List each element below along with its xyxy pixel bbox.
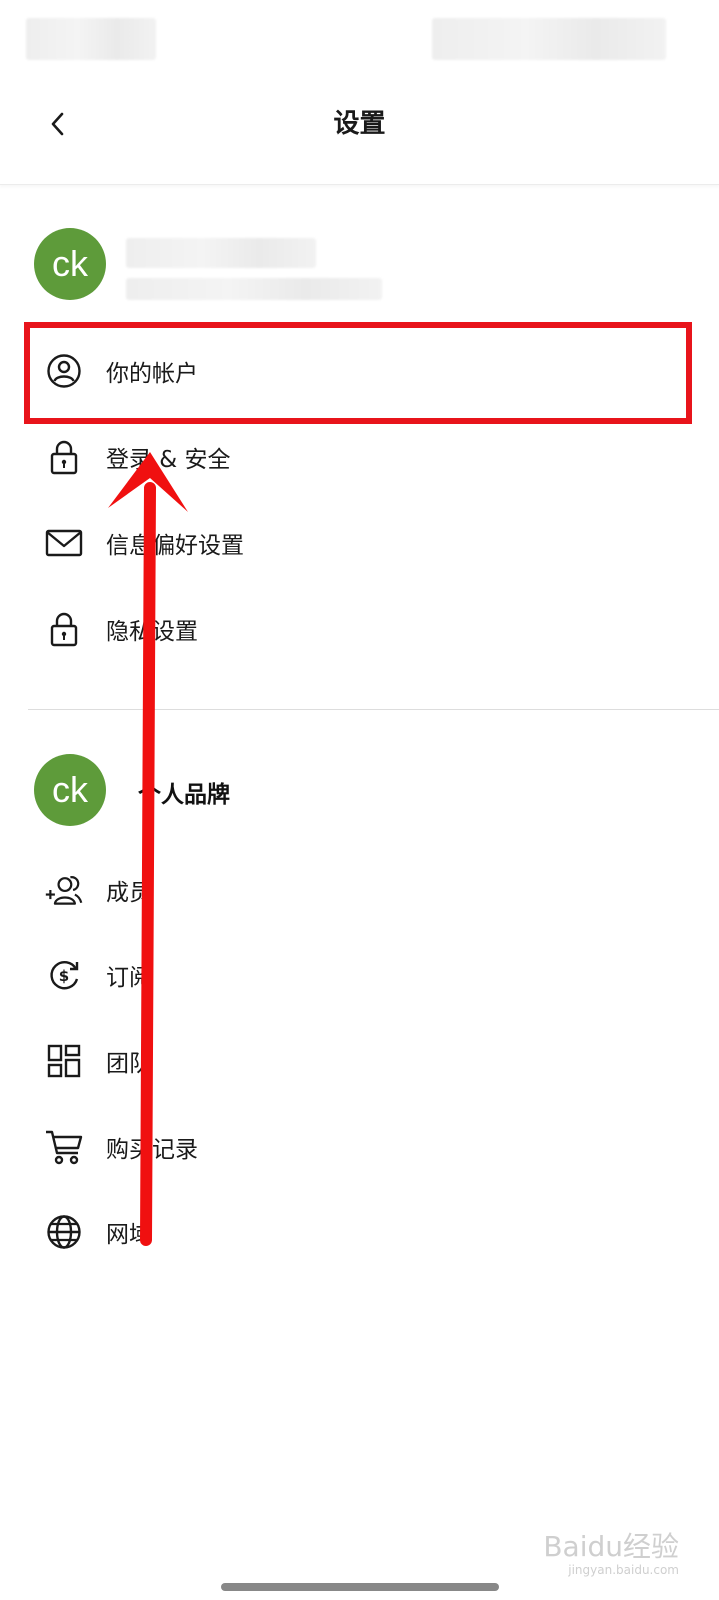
settings-item-domains[interactable]: 网域	[30, 1189, 690, 1275]
mail-icon	[44, 523, 84, 563]
settings-item-message-preferences[interactable]: 信息偏好设置	[30, 500, 690, 586]
account-avatar[interactable]: ck	[34, 228, 106, 300]
settings-item-team[interactable]: 团队	[30, 1018, 690, 1104]
brand-name: 个人品牌	[138, 782, 230, 808]
status-bar-left-blur	[26, 18, 156, 60]
settings-item-subscription[interactable]: $ 订阅	[30, 932, 690, 1018]
status-bar-right-blur	[432, 18, 666, 60]
settings-item-label: 购买记录	[106, 1137, 198, 1163]
grid-icon	[44, 1041, 84, 1081]
settings-item-label: 网域	[106, 1222, 152, 1248]
settings-item-login-security[interactable]: 登录 & 安全	[30, 414, 690, 500]
settings-item-label: 团队	[106, 1051, 152, 1077]
settings-item-members[interactable]: 成员	[30, 847, 690, 933]
settings-item-label: 隐私设置	[106, 619, 198, 645]
settings-item-purchase-history[interactable]: 购买记录	[30, 1104, 690, 1190]
status-bar	[0, 0, 719, 80]
settings-item-label: 订阅	[106, 965, 152, 991]
home-indicator[interactable]	[221, 1583, 499, 1591]
annotation-highlight-box	[24, 322, 692, 424]
annotation-arrow-icon	[108, 452, 188, 1246]
watermark-url: jingyan.baidu.com	[568, 1563, 679, 1577]
svg-text:$: $	[59, 967, 69, 985]
watermark-logo: Baidu经验	[543, 1530, 679, 1563]
account-name-blur	[126, 238, 316, 268]
settings-item-label: 成员	[106, 880, 152, 906]
lock-icon	[44, 609, 84, 649]
top-bar: 设置	[0, 80, 719, 185]
account-email-blur	[126, 278, 382, 300]
add-user-icon	[44, 870, 84, 910]
settings-item-label: 信息偏好设置	[106, 533, 244, 559]
page-title: 设置	[333, 109, 386, 139]
lock-icon	[44, 437, 84, 477]
subscription-icon: $	[44, 955, 84, 995]
settings-item-label: 登录 & 安全	[106, 447, 231, 473]
brand-avatar[interactable]: ck	[34, 754, 106, 826]
cart-icon	[44, 1127, 84, 1167]
settings-item-privacy[interactable]: 隐私设置	[30, 586, 690, 672]
section-divider	[28, 709, 719, 710]
globe-icon	[44, 1212, 84, 1252]
